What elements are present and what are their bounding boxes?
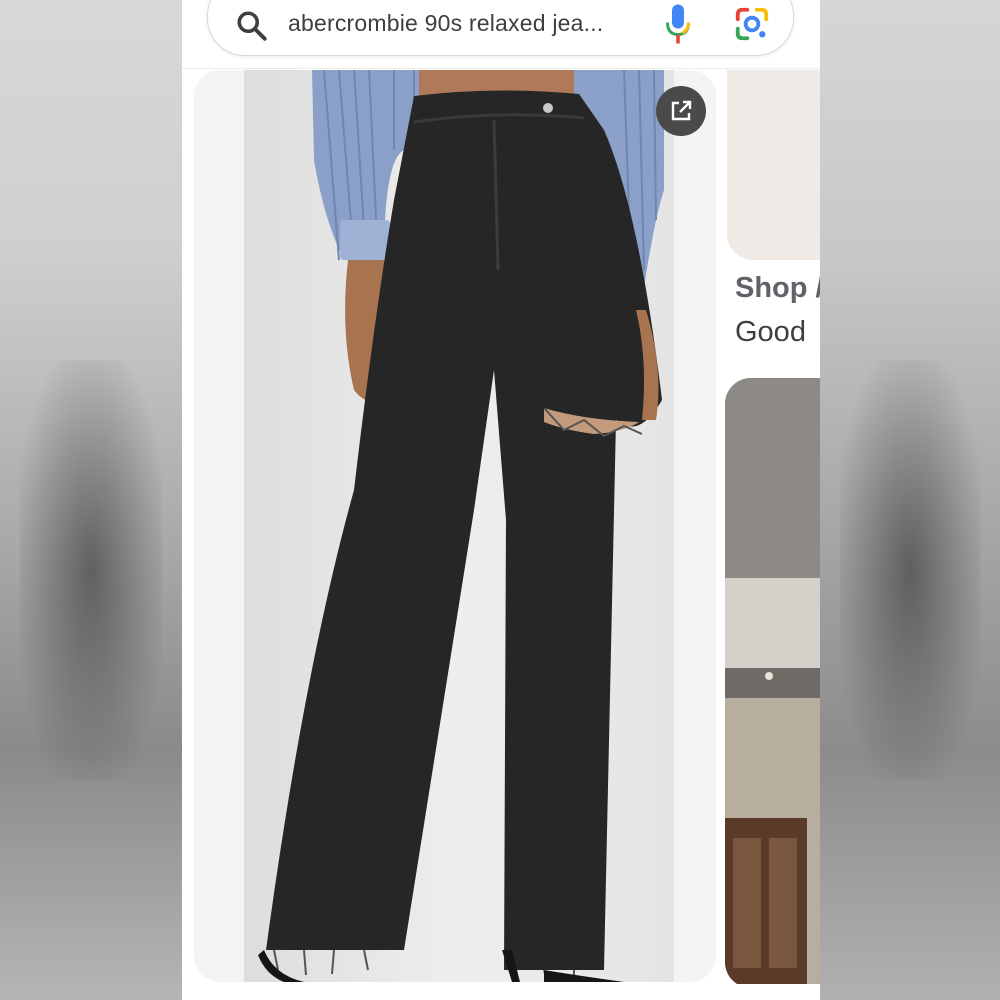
phone-screen: abercrombie 90s relaxed jea... Shop / Go… xyxy=(182,0,820,1000)
result-caption-title[interactable]: Shop / xyxy=(735,272,820,305)
adjacent-result-image-2[interactable] xyxy=(725,378,820,988)
search-query-text[interactable]: abercrombie 90s relaxed jea... xyxy=(288,10,603,37)
room-photo xyxy=(725,378,820,988)
google-lens-icon[interactable] xyxy=(733,5,771,43)
result-caption-subtitle[interactable]: Good xyxy=(735,316,806,349)
search-header: abercrombie 90s relaxed jea... xyxy=(182,0,820,69)
blurred-backdrop-left xyxy=(0,0,182,1000)
search-box[interactable]: abercrombie 90s relaxed jea... xyxy=(207,0,794,56)
open-in-new-icon xyxy=(671,100,692,121)
bottom-navigation-bar xyxy=(182,984,820,1000)
image-result-card[interactable] xyxy=(194,70,716,982)
product-photo-black-jeans[interactable] xyxy=(244,70,674,982)
blurred-backdrop-right xyxy=(820,0,1000,1000)
open-in-new-button[interactable] xyxy=(656,86,706,136)
adjacent-result-image[interactable] xyxy=(727,70,820,260)
search-icon[interactable] xyxy=(234,8,270,44)
mic-icon[interactable] xyxy=(663,3,693,45)
